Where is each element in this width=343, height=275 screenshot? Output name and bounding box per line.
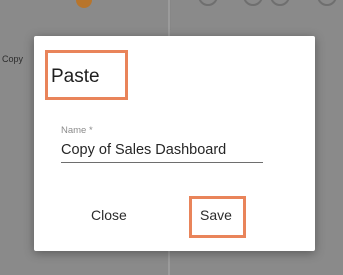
paste-dialog: Paste Name * Close Save xyxy=(34,36,315,251)
name-input-underline xyxy=(61,162,263,163)
close-button[interactable]: Close xyxy=(91,207,127,223)
name-field-label: Name * xyxy=(61,125,93,136)
save-button[interactable]: Save xyxy=(200,207,232,223)
name-input[interactable] xyxy=(61,140,261,160)
dialog-title: Paste xyxy=(51,66,100,87)
